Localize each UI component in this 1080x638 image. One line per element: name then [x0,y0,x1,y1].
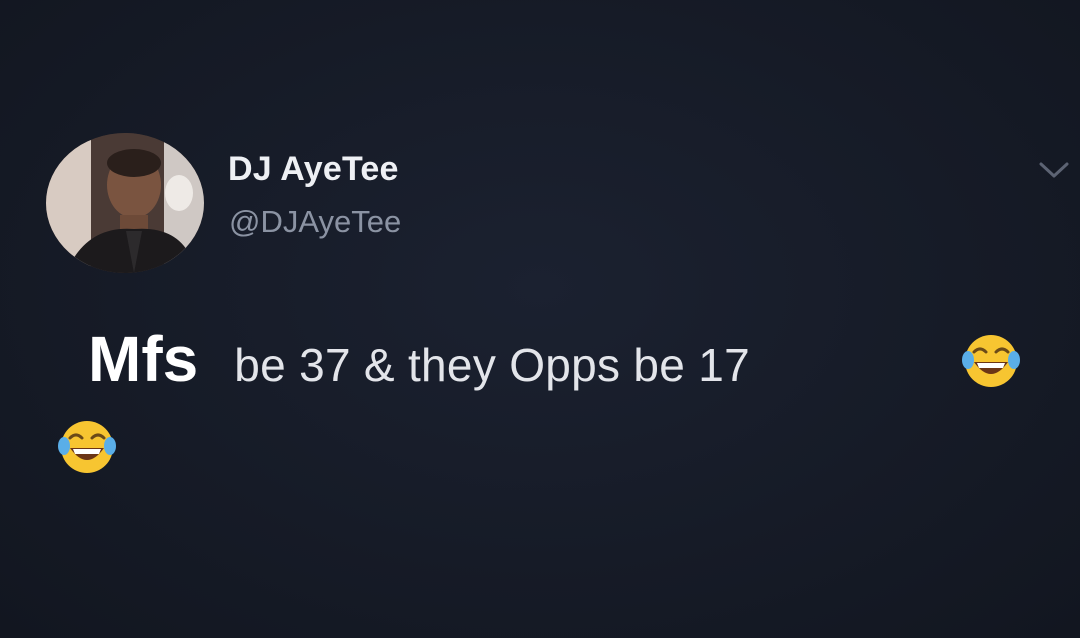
laughing-crying-emoji-icon [56,416,118,478]
avatar[interactable] [46,133,204,273]
tweet-text-body: be 37 & they Opps be 17 [234,339,751,391]
tweet-card: DJ AyeTee @DJAyeTee Mfs be 37 & they Opp… [0,0,1080,638]
laughing-crying-emoji-icon [960,330,1022,392]
tweet-text-emphasis: Mfs [88,323,199,395]
chevron-down-icon[interactable] [1036,158,1072,182]
display-name[interactable]: DJ AyeTee [228,150,399,189]
user-handle[interactable]: @DJAyeTee [229,204,401,240]
tweet-text: Mfs be 37 & they Opps be 17 [88,322,750,396]
